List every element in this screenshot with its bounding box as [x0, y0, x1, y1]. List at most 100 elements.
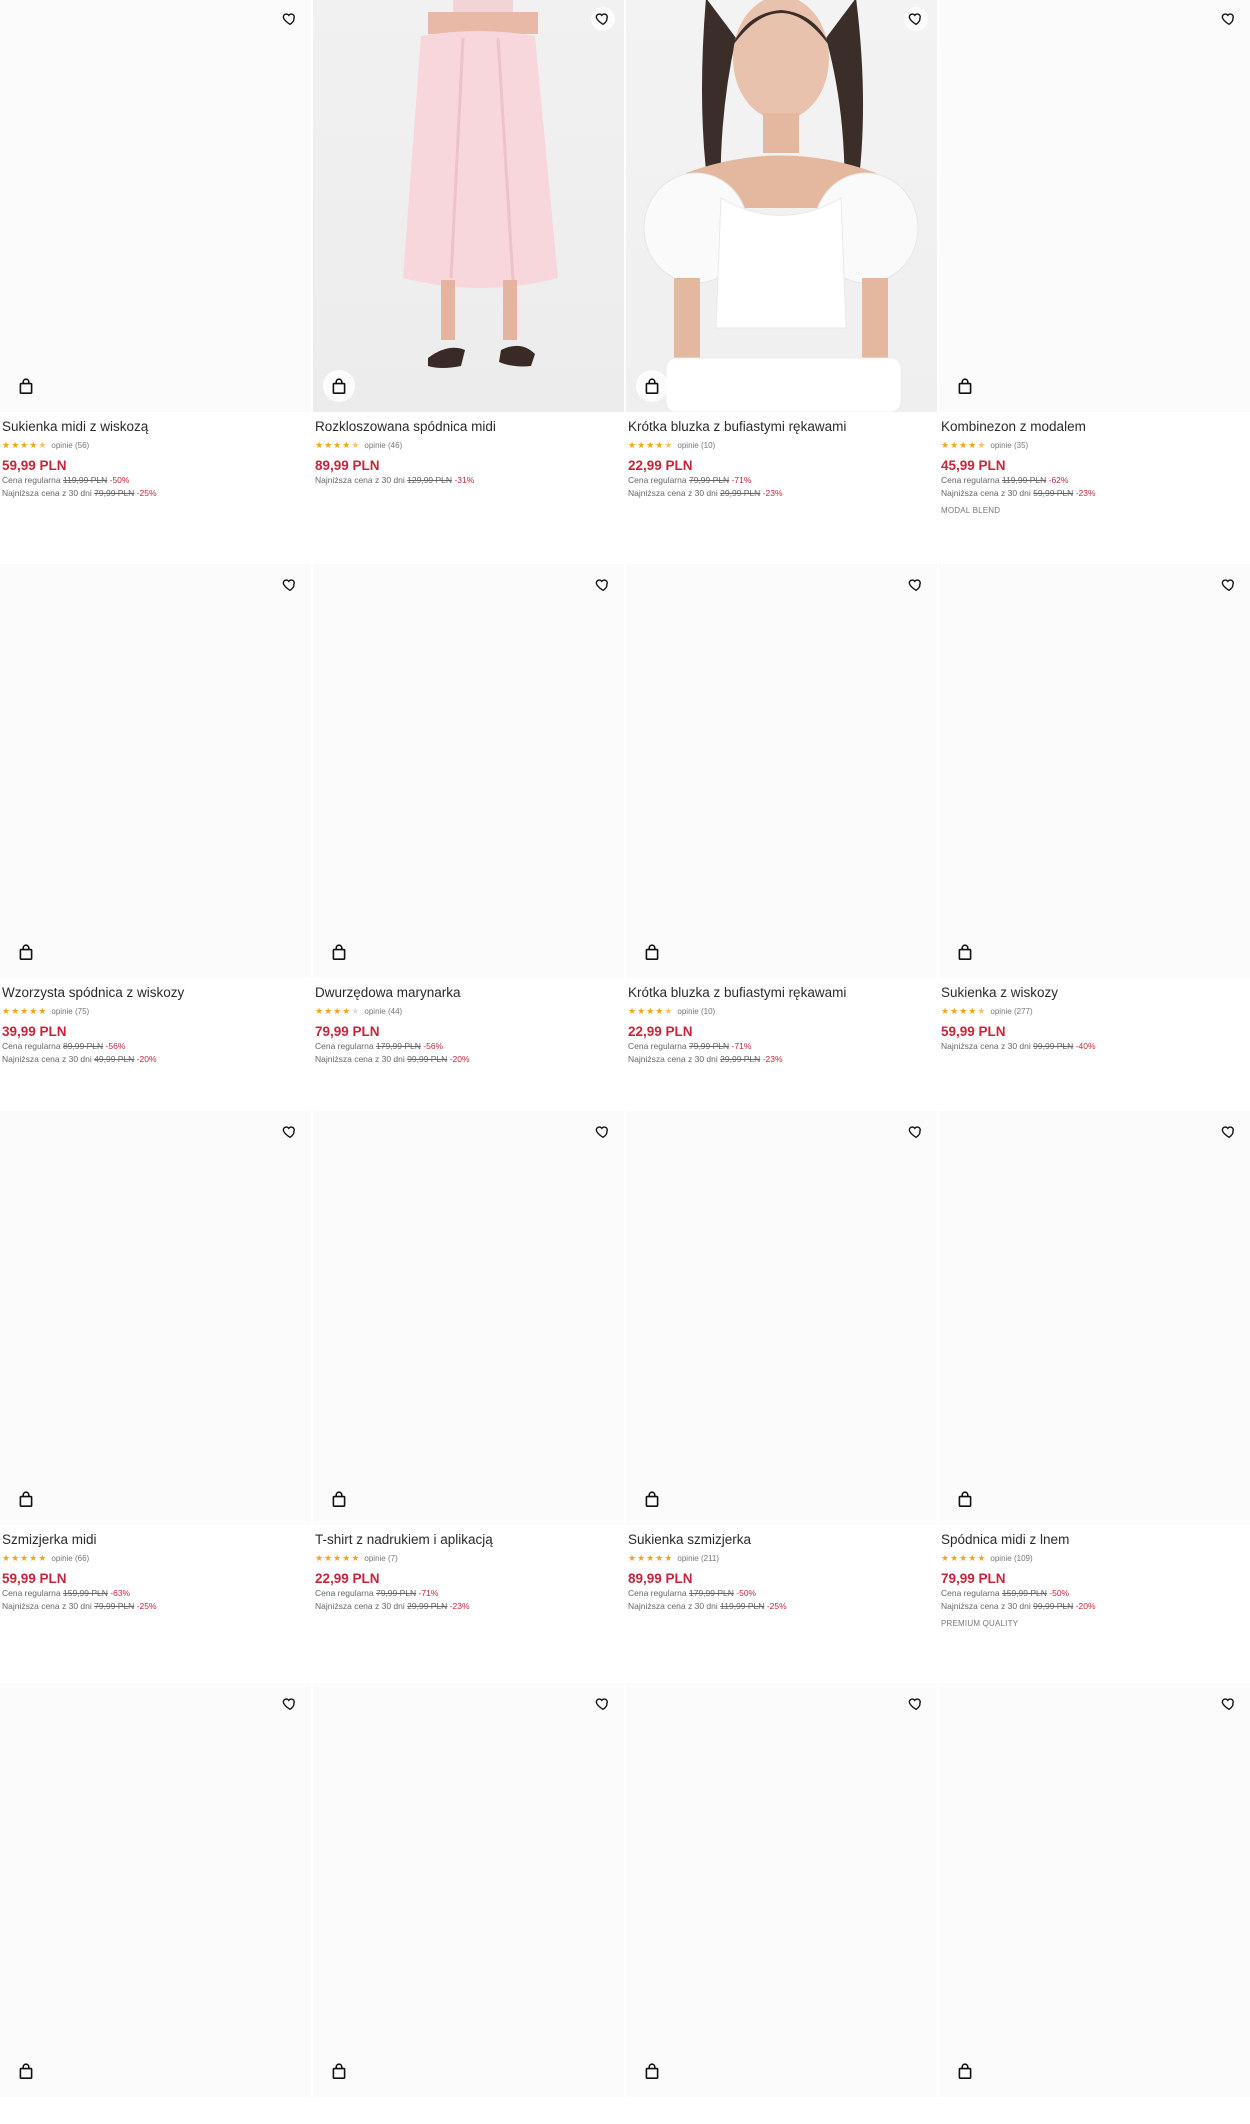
add-to-cart-bag-icon[interactable] [949, 1483, 981, 1515]
product-name[interactable]: Dwurzędowa marynarka [315, 984, 622, 1002]
product-rating: ★ ★ ★ ★ ★ opinie (35) [941, 438, 1248, 452]
product-image[interactable] [939, 564, 1250, 978]
product-name[interactable]: Sukienka midi z wiskozą [2, 418, 309, 436]
product-name[interactable]: Wzorzysta spódnica z wiskozy [2, 984, 309, 1002]
favorite-heart-icon[interactable] [591, 7, 615, 31]
product-image[interactable] [939, 1111, 1250, 1525]
favorite-heart-icon[interactable] [591, 1120, 615, 1144]
review-count[interactable]: opinie (7) [364, 1554, 397, 1563]
product-rating [2, 2105, 309, 2119]
product-image[interactable] [626, 1111, 937, 1525]
regular-discount: -71% [418, 1588, 439, 1598]
product-card[interactable]: Sukienka z wiskozy ★ ★ ★ ★ ★ opinie (277) 59… [939, 564, 1250, 1053]
product-card[interactable]: Wzorzysta spódnica z wiskozy ★ ★ ★ ★ ★ opini… [0, 564, 311, 1066]
favorite-heart-icon[interactable] [904, 1120, 928, 1144]
review-count[interactable]: opinie (46) [364, 441, 402, 450]
product-card[interactable]: Rozkloszowana spódnica midi ★ ★ ★ ★ ★ opinie… [313, 0, 624, 487]
product-card[interactable] [939, 1683, 1250, 2124]
favorite-heart-icon[interactable] [591, 573, 615, 597]
product-rating: ★ ★ ★ ★ ★ opinie (277) [941, 1004, 1248, 1018]
product-image[interactable] [939, 0, 1250, 412]
product-card[interactable]: Kombinezon z modalem ★ ★ ★ ★ ★ opinie (35) 4… [939, 0, 1250, 515]
review-count[interactable]: opinie (109) [990, 1554, 1032, 1563]
product-image[interactable] [0, 564, 311, 978]
product-name[interactable]: Rozkloszowana spódnica midi [315, 418, 622, 436]
product-card[interactable]: Szmizjerka midi ★ ★ ★ ★ ★ opinie (66) 59,99 … [0, 1111, 311, 1613]
product-name[interactable]: Spódnica midi z lnem [941, 1531, 1248, 1549]
product-rating: ★ ★ ★ ★ ★ opinie (46) [315, 438, 622, 452]
star-icon: ★ [637, 440, 646, 450]
favorite-heart-icon[interactable] [591, 1692, 615, 1716]
product-card[interactable]: Krótka bluzka z bufiastymi rękawami ★ ★ ★ ★… [626, 0, 937, 500]
add-to-cart-bag-icon[interactable] [10, 936, 42, 968]
add-to-cart-bag-icon[interactable] [636, 1483, 668, 1515]
product-image[interactable] [626, 564, 937, 978]
product-image[interactable] [313, 0, 624, 412]
product-image[interactable] [313, 1683, 624, 2097]
favorite-heart-icon[interactable] [1217, 1120, 1241, 1144]
product-card[interactable]: Krótka bluzka z bufiastymi rękawami ★ ★ ★ ★… [626, 564, 937, 1066]
product-image[interactable] [313, 564, 624, 978]
review-count[interactable]: opinie (211) [677, 1554, 719, 1563]
product-card[interactable]: Dwurzędowa marynarka ★ ★ ★ ★ ★ opinie (44) 7… [313, 564, 624, 1066]
review-count[interactable]: opinie (35) [990, 441, 1028, 450]
add-to-cart-bag-icon[interactable] [636, 370, 668, 402]
product-name[interactable]: Krótka bluzka z bufiastymi rękawami [628, 418, 935, 436]
add-to-cart-bag-icon[interactable] [323, 2055, 355, 2087]
add-to-cart-bag-icon[interactable] [636, 936, 668, 968]
product-name[interactable]: T-shirt z nadrukiem i aplikacją [315, 1531, 622, 1549]
favorite-heart-icon[interactable] [278, 1692, 302, 1716]
product-card[interactable]: T-shirt z nadrukiem i aplikacją ★ ★ ★ ★ ★ op… [313, 1111, 624, 1613]
favorite-heart-icon[interactable] [1217, 7, 1241, 31]
add-to-cart-bag-icon[interactable] [10, 370, 42, 402]
product-card[interactable]: Sukienka szmizjerka ★ ★ ★ ★ ★ opinie (211) 8… [626, 1111, 937, 1613]
product-rating: ★ ★ ★ ★ ★ opinie (7) [315, 1551, 622, 1565]
product-name[interactable]: Kombinezon z modalem [941, 418, 1248, 436]
product-image[interactable] [626, 0, 937, 412]
product-image[interactable] [939, 1683, 1250, 2097]
review-count[interactable]: opinie (75) [51, 1007, 89, 1016]
product-card[interactable] [0, 1683, 311, 2124]
product-card[interactable] [313, 1683, 624, 2124]
add-to-cart-bag-icon[interactable] [949, 2055, 981, 2087]
product-card[interactable] [626, 1683, 937, 2124]
add-to-cart-bag-icon[interactable] [323, 370, 355, 402]
regular-price: 179,99 PLN [375, 1041, 421, 1051]
add-to-cart-bag-icon[interactable] [10, 1483, 42, 1515]
favorite-heart-icon[interactable] [278, 1120, 302, 1144]
add-to-cart-bag-icon[interactable] [636, 2055, 668, 2087]
add-to-cart-bag-icon[interactable] [949, 936, 981, 968]
review-count[interactable]: opinie (277) [990, 1007, 1032, 1016]
review-count[interactable]: opinie (56) [51, 441, 89, 450]
add-to-cart-bag-icon[interactable] [323, 936, 355, 968]
product-card[interactable]: Spódnica midi z lnem ★ ★ ★ ★ ★ opinie (109) … [939, 1111, 1250, 1628]
regular-discount: -50% [736, 1588, 757, 1598]
product-image[interactable] [313, 1111, 624, 1525]
favorite-heart-icon[interactable] [278, 7, 302, 31]
product-image[interactable] [626, 1683, 937, 2097]
add-to-cart-bag-icon[interactable] [323, 1483, 355, 1515]
favorite-heart-icon[interactable] [278, 573, 302, 597]
product-name[interactable]: Sukienka szmizjerka [628, 1531, 935, 1549]
product-name[interactable]: Szmizjerka midi [2, 1531, 309, 1549]
review-count[interactable]: opinie (44) [364, 1007, 402, 1016]
product-tag: PREMIUM QUALITY [941, 1619, 1019, 1628]
product-image[interactable] [0, 1111, 311, 1525]
favorite-heart-icon[interactable] [904, 573, 928, 597]
product-name[interactable]: Krótka bluzka z bufiastymi rękawami [628, 984, 935, 1002]
review-count[interactable]: opinie (10) [677, 1007, 715, 1016]
star-icon: ★ [20, 1006, 29, 1016]
favorite-heart-icon[interactable] [1217, 573, 1241, 597]
favorite-heart-icon[interactable] [904, 7, 928, 31]
favorite-heart-icon[interactable] [904, 1692, 928, 1716]
review-count[interactable]: opinie (10) [677, 441, 715, 450]
product-name[interactable]: Sukienka z wiskozy [941, 984, 1248, 1002]
favorite-heart-icon[interactable] [1217, 1692, 1241, 1716]
product-card[interactable]: Sukienka midi z wiskozą ★ ★ ★ ★ ★ opinie (56… [0, 0, 311, 500]
star-icon: ★ [351, 440, 360, 450]
add-to-cart-bag-icon[interactable] [10, 2055, 42, 2087]
review-count[interactable]: opinie (66) [51, 1554, 89, 1563]
product-image[interactable] [0, 1683, 311, 2097]
add-to-cart-bag-icon[interactable] [949, 370, 981, 402]
product-image[interactable] [0, 0, 311, 412]
